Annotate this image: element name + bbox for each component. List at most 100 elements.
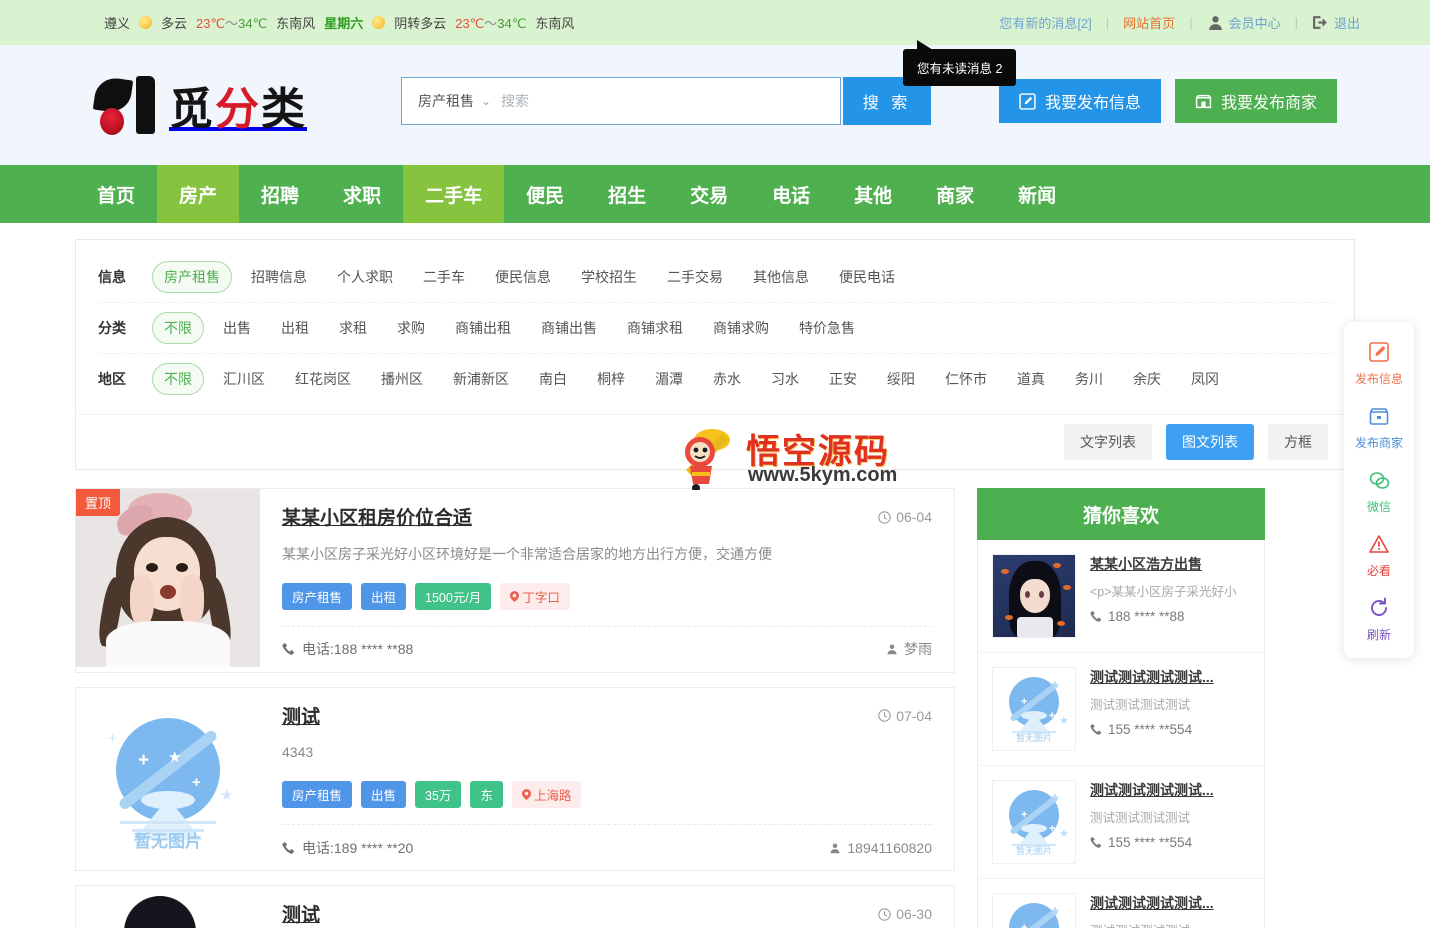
sidebar-thumb[interactable]: +++★暂无图片 bbox=[992, 780, 1076, 864]
filter-option-0-5[interactable]: 学校招生 bbox=[570, 262, 648, 292]
filter-option-2-4[interactable]: 新浦新区 bbox=[442, 364, 520, 394]
filter-option-2-15[interactable]: 余庆 bbox=[1122, 364, 1172, 394]
filter-option-2-3[interactable]: 播州区 bbox=[370, 364, 434, 394]
sidebar-list-item[interactable]: 某某小区浩方出售 <p>某某小区房子采光好小 188 **** **88 bbox=[978, 540, 1264, 653]
filter-option-2-16[interactable]: 凤冈 bbox=[1180, 364, 1230, 394]
listing-phone[interactable]: 电话:189 **** **20 bbox=[282, 838, 413, 858]
listing-date-label: 06-30 bbox=[896, 906, 932, 923]
listing-image[interactable]: + + + + ★ ★ 暂无图片 bbox=[76, 687, 260, 866]
nav-item-9[interactable]: 其他 bbox=[832, 165, 914, 223]
sidebar-list-item[interactable]: +++★暂无图片测试测试测试测试...测试测试测试测试155 **** **55… bbox=[978, 879, 1264, 928]
sidebar-item-phone[interactable]: 188 **** **88 bbox=[1090, 609, 1250, 624]
content-area: 信息 房产租售 招聘信息 个人求职 二手车 便民信息 学校招生 二手交易 其他信息 便民电话 分类不… bbox=[75, 223, 1355, 928]
filter-option-0-6[interactable]: 二手交易 bbox=[656, 262, 734, 292]
filter-option-2-0[interactable]: 不限 bbox=[152, 363, 204, 395]
filter-option-0-3[interactable]: 二手车 bbox=[412, 262, 476, 292]
nav-item-7[interactable]: 交易 bbox=[668, 165, 750, 223]
sidebar-item-title[interactable]: 某某小区浩方出售 bbox=[1090, 556, 1202, 572]
nav-item-1[interactable]: 房产 bbox=[157, 165, 240, 223]
sidebar-item-phone-label: 188 **** **88 bbox=[1108, 609, 1185, 624]
sidebar-item-title[interactable]: 测试测试测试测试... bbox=[1090, 669, 1214, 685]
filter-option-1-4[interactable]: 求购 bbox=[386, 313, 436, 343]
filter-option-2-9[interactable]: 习水 bbox=[760, 364, 810, 394]
filter-option-0-8[interactable]: 便民电话 bbox=[828, 262, 906, 292]
nav-item-4[interactable]: 二手车 bbox=[403, 165, 505, 223]
listing-title[interactable]: 测试 bbox=[282, 904, 320, 928]
filter-option-2-7[interactable]: 湄潭 bbox=[644, 364, 694, 394]
filter-option-1-6[interactable]: 商铺出售 bbox=[530, 313, 608, 343]
site-home-link[interactable]: 网站首页 bbox=[1123, 13, 1175, 32]
float-item-2[interactable]: 微信 bbox=[1344, 460, 1414, 524]
filter-option-0-4[interactable]: 便民信息 bbox=[484, 262, 562, 292]
listing-tag: 出售 bbox=[361, 781, 407, 809]
nav-item-10[interactable]: 商家 bbox=[914, 165, 996, 223]
listing-title[interactable]: 某某小区租房价位合适 bbox=[282, 507, 472, 532]
nav-item-0[interactable]: 首页 bbox=[75, 165, 157, 223]
nav-item-8[interactable]: 电话 bbox=[750, 165, 832, 223]
publish-info-button[interactable]: 我要发布信息 bbox=[998, 79, 1161, 123]
float-item-4[interactable]: 刷新 bbox=[1344, 588, 1414, 652]
filter-option-1-8[interactable]: 商铺求购 bbox=[702, 313, 780, 343]
filter-option-2-1[interactable]: 汇川区 bbox=[212, 364, 276, 394]
sidebar-list-item[interactable]: +++★暂无图片测试测试测试测试...测试测试测试测试155 **** **55… bbox=[978, 653, 1264, 766]
logout-link[interactable]: 退出 bbox=[1312, 13, 1360, 32]
view-mode-0[interactable]: 文字列表 bbox=[1064, 424, 1152, 460]
filter-option-0-2[interactable]: 个人求职 bbox=[326, 262, 404, 292]
nav-item-2[interactable]: 招聘 bbox=[239, 165, 321, 223]
listing-card[interactable]: + + + + ★ ★ 暂无图片 测试 07-04 4343 房产租售 出售 35万东 上海路 电话:189… bbox=[75, 686, 955, 872]
search-input[interactable] bbox=[501, 93, 840, 109]
nav-item-3[interactable]: 求职 bbox=[321, 165, 403, 223]
sidebar-item-phone[interactable]: 155 **** **554 bbox=[1090, 722, 1250, 737]
filter-option-1-1[interactable]: 出售 bbox=[212, 313, 262, 343]
filter-option-2-2[interactable]: 红花岗区 bbox=[284, 364, 362, 394]
filter-option-1-2[interactable]: 出租 bbox=[270, 313, 320, 343]
listing-image[interactable] bbox=[76, 886, 260, 928]
listing-card[interactable]: 置顶 某某小区租房价位合适 06-04 某某小区房子采光好小区环境好是一个非常适合居家… bbox=[75, 488, 955, 673]
new-messages-link[interactable]: 您有新的消息[2] bbox=[999, 13, 1091, 32]
filter-option-2-11[interactable]: 绥阳 bbox=[876, 364, 926, 394]
listing-title[interactable]: 测试 bbox=[282, 706, 320, 731]
filter-option-1-5[interactable]: 商铺出租 bbox=[444, 313, 522, 343]
filter-option-1-9[interactable]: 特价急售 bbox=[788, 313, 866, 343]
filter-option-2-13[interactable]: 道真 bbox=[1006, 364, 1056, 394]
search-box[interactable]: 房产租售 ⌄ bbox=[401, 77, 841, 125]
search-category-select[interactable]: 房产租售 bbox=[402, 91, 474, 111]
view-mode-1[interactable]: 图文列表 bbox=[1166, 424, 1254, 460]
listing-phone[interactable]: 电话:188 **** **88 bbox=[282, 639, 413, 659]
filter-option-0-7[interactable]: 其他信息 bbox=[742, 262, 820, 292]
filter-option-1-3[interactable]: 求租 bbox=[328, 313, 378, 343]
sidebar-list-item[interactable]: +++★暂无图片测试测试测试测试...测试测试测试测试155 **** **55… bbox=[978, 766, 1264, 879]
sidebar-thumb[interactable]: +++★暂无图片 bbox=[992, 893, 1076, 928]
filter-option-0-0[interactable]: 房产租售 bbox=[152, 261, 232, 293]
filter-option-1-7[interactable]: 商铺求租 bbox=[616, 313, 694, 343]
filter-option-2-10[interactable]: 正安 bbox=[818, 364, 868, 394]
float-item-3[interactable]: 必看 bbox=[1344, 524, 1414, 588]
filter-option-1-0[interactable]: 不限 bbox=[152, 312, 204, 344]
filter-option-0-1[interactable]: 招聘信息 bbox=[240, 262, 318, 292]
filter-option-2-8[interactable]: 赤水 bbox=[702, 364, 752, 394]
nav-item-11[interactable]: 新闻 bbox=[996, 165, 1078, 223]
sidebar-item-title[interactable]: 测试测试测试测试... bbox=[1090, 782, 1214, 798]
filter-label: 地区 bbox=[98, 371, 126, 387]
sidebar-thumb[interactable] bbox=[992, 554, 1076, 638]
sidebar-item-title[interactable]: 测试测试测试测试... bbox=[1090, 895, 1214, 911]
listing-tag: 35万 bbox=[415, 781, 462, 809]
nav-item-6[interactable]: 招生 bbox=[586, 165, 668, 223]
filter-option-2-5[interactable]: 南白 bbox=[528, 364, 578, 394]
view-mode-2[interactable]: 方框 bbox=[1268, 424, 1328, 460]
listing-image[interactable]: 置顶 bbox=[76, 489, 260, 667]
float-item-0[interactable]: 发布信息 bbox=[1344, 332, 1414, 396]
no-image-placeholder: +++★暂无图片 bbox=[993, 668, 1075, 750]
nav-item-5[interactable]: 便民 bbox=[504, 165, 586, 223]
member-center-link[interactable]: 会员中心 bbox=[1207, 13, 1281, 32]
publish-shop-button[interactable]: 我要发布商家 bbox=[1174, 79, 1337, 123]
filter-option-2-6[interactable]: 桐梓 bbox=[586, 364, 636, 394]
sidebar-thumb[interactable]: +++★暂无图片 bbox=[992, 667, 1076, 751]
filter-option-2-14[interactable]: 务川 bbox=[1064, 364, 1114, 394]
filter-option-2-12[interactable]: 仁怀市 bbox=[934, 364, 998, 394]
top-badge: 置顶 bbox=[76, 489, 121, 516]
site-logo[interactable]: 觅分类 bbox=[92, 73, 307, 137]
float-item-1[interactable]: 发布商家 bbox=[1344, 396, 1414, 460]
listing-card[interactable]: 测试 06-30 bbox=[75, 885, 955, 928]
sidebar-item-phone[interactable]: 155 **** **554 bbox=[1090, 835, 1250, 850]
